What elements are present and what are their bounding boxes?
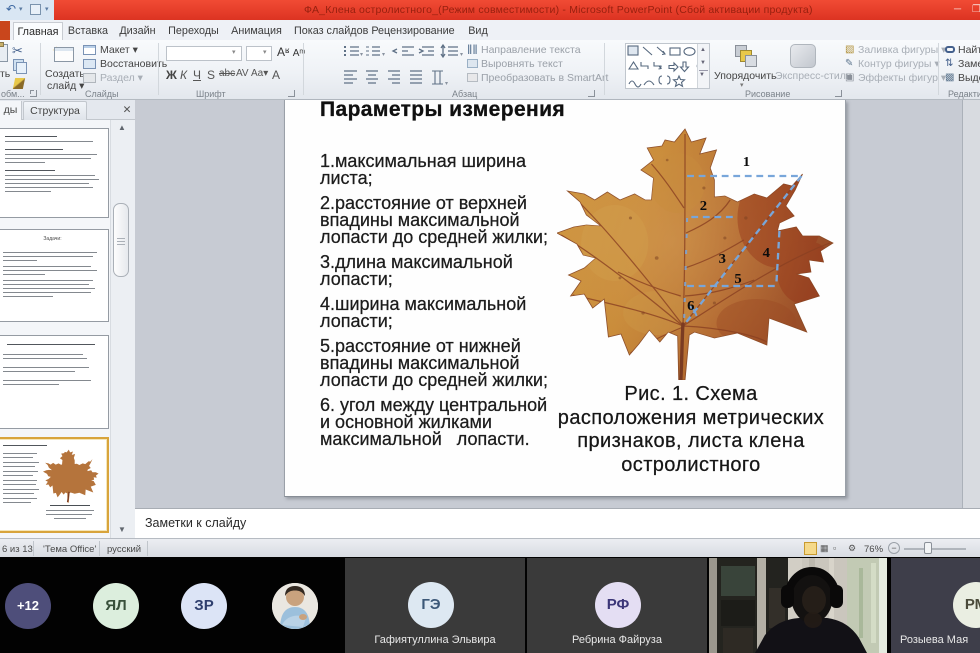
- svg-text:▾: ▾: [445, 81, 448, 87]
- svg-text:▾: ▾: [360, 52, 363, 58]
- svg-text:3: 3: [719, 251, 726, 267]
- svg-text:2: 2: [700, 198, 707, 214]
- svg-text:1: 1: [743, 154, 750, 170]
- svg-text:5: 5: [734, 271, 741, 287]
- svg-text:4: 4: [763, 245, 770, 261]
- svg-text:6: 6: [687, 298, 694, 314]
- svg-text:▾: ▾: [460, 52, 463, 58]
- svg-text:▾: ▾: [382, 52, 385, 58]
